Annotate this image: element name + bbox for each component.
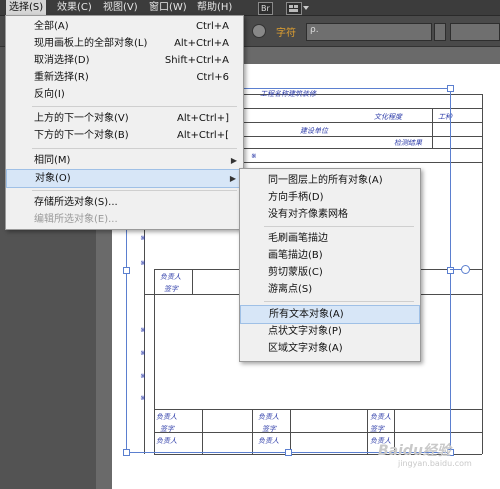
menu-bar: 选择(S) 效果(C) 视图(V) 窗口(W) 帮助(H) Br — [0, 0, 500, 16]
submenu-item-stray-points[interactable]: 游离点(S) — [240, 281, 420, 298]
doc-mark: ※ — [140, 326, 146, 334]
menu-select[interactable]: 选择(S) — [6, 0, 47, 15]
character-panel-link[interactable]: 字符 — [276, 24, 296, 39]
doc-label: 签字 — [160, 425, 174, 433]
submenu-item-all-text-objects[interactable]: 所有文本对象(A) — [240, 305, 420, 324]
doc-label: 签字 — [370, 425, 384, 433]
menu-item-object[interactable]: 对象(O) ▶ — [6, 169, 243, 188]
submenu-item-brush-strokes[interactable]: 画笔描边(B) — [240, 247, 420, 264]
menu-separator — [32, 148, 237, 149]
menu-item-save-selection[interactable]: 存储所选对象(S)... — [6, 194, 243, 211]
selection-handle[interactable] — [285, 449, 292, 456]
menu-item-next-object-below[interactable]: 下方的下一个对象(B) Alt+Ctrl+[ — [6, 127, 243, 144]
doc-label: 签字 — [164, 285, 178, 293]
menu-window[interactable]: 窗口(W) — [146, 0, 190, 15]
chevron-right-icon: ▶ — [229, 174, 236, 183]
submenu-item-direction-handles[interactable]: 方向手柄(D) — [240, 189, 420, 206]
menu-help[interactable]: 帮助(H) — [194, 0, 235, 15]
doc-mark: ※ — [140, 394, 146, 402]
submenu-item-clipping-masks[interactable]: 剪切蒙版(C) — [240, 264, 420, 281]
watermark-logo: Baidu经验 — [378, 443, 451, 459]
font-search-input[interactable]: ρ. — [306, 23, 432, 41]
menu-item-next-object-above[interactable]: 上方的下一个对象(V) Alt+Ctrl+] — [6, 110, 243, 127]
chevron-right-icon: ▶ — [230, 156, 237, 165]
submenu-item-same-layer[interactable]: 同一图层上的所有对象(A) — [240, 172, 420, 189]
doc-mark: ※ — [140, 349, 146, 357]
doc-label: 负责人 — [156, 437, 177, 445]
bridge-badge[interactable]: Br — [258, 2, 273, 15]
doc-label: 文化程度 — [374, 113, 402, 121]
doc-label: 负责人 — [258, 437, 279, 445]
doc-label: 检测结果 — [394, 139, 422, 147]
menu-item-inverse[interactable]: 反向(I) — [6, 86, 243, 103]
menu-separator — [264, 301, 414, 302]
doc-label: 负责人 — [370, 413, 391, 421]
submenu-item-area-type[interactable]: 区域文字对象(A) — [240, 340, 420, 357]
style-dropdown[interactable] — [450, 23, 500, 41]
menu-item-select-all-artboard[interactable]: 现用画板上的全部对象(L) Alt+Ctrl+A — [6, 35, 243, 52]
selection-handle[interactable] — [123, 449, 130, 456]
menu-separator — [32, 190, 237, 191]
doc-mark: ※ — [140, 372, 146, 380]
chevron-down-icon[interactable] — [303, 6, 309, 10]
menu-item-edit-selection: 编辑所选对象(E)... — [34, 214, 118, 225]
doc-label: 负责人 — [156, 413, 177, 421]
doc-mark: ※ — [140, 259, 146, 267]
globe-icon[interactable] — [252, 24, 266, 38]
doc-label: 签字 — [262, 425, 276, 433]
selection-handle[interactable] — [123, 267, 130, 274]
menu-item-reselect[interactable]: 重新选择(R) Ctrl+6 — [6, 69, 243, 86]
rotate-handle[interactable] — [461, 265, 470, 274]
submenu-item-not-pixel-aligned[interactable]: 没有对齐像素网格 — [240, 206, 420, 223]
selection-handle[interactable] — [447, 85, 454, 92]
doc-title-line: 工程名称建筑装修 — [260, 90, 316, 98]
object-submenu: 同一图层上的所有对象(A) 方向手柄(D) 没有对齐像素网格 毛刷画笔描边 画笔… — [239, 168, 421, 362]
doc-label: 负责人 — [258, 413, 279, 421]
menu-view[interactable]: 视图(V) — [100, 0, 141, 15]
search-icon: ρ. — [310, 25, 319, 35]
menu-separator — [264, 226, 414, 227]
arrange-docs-icon[interactable] — [286, 2, 302, 15]
submenu-item-point-type[interactable]: 点状文字对象(P) — [240, 323, 420, 340]
watermark-url: jingyan.baidu.com — [398, 459, 472, 468]
menu-item-deselect[interactable]: 取消选择(D) Shift+Ctrl+A — [6, 52, 243, 69]
select-menu: 全部(A) Ctrl+A 现用画板上的全部对象(L) Alt+Ctrl+A 取消选择… — [5, 15, 244, 230]
doc-label: 负责人 — [160, 273, 181, 281]
menu-separator — [32, 106, 237, 107]
menu-item-same[interactable]: 相同(M) ▶ — [6, 152, 243, 169]
doc-mark: ※ — [140, 234, 146, 242]
submenu-item-bristle-brush[interactable]: 毛刷画笔描边 — [240, 230, 420, 247]
menu-item-select-all[interactable]: 全部(A) Ctrl+A — [6, 18, 243, 35]
doc-label: 建设单位 — [300, 127, 328, 135]
font-dropdown[interactable] — [434, 23, 446, 41]
menu-effect[interactable]: 效果(C) — [54, 0, 95, 15]
